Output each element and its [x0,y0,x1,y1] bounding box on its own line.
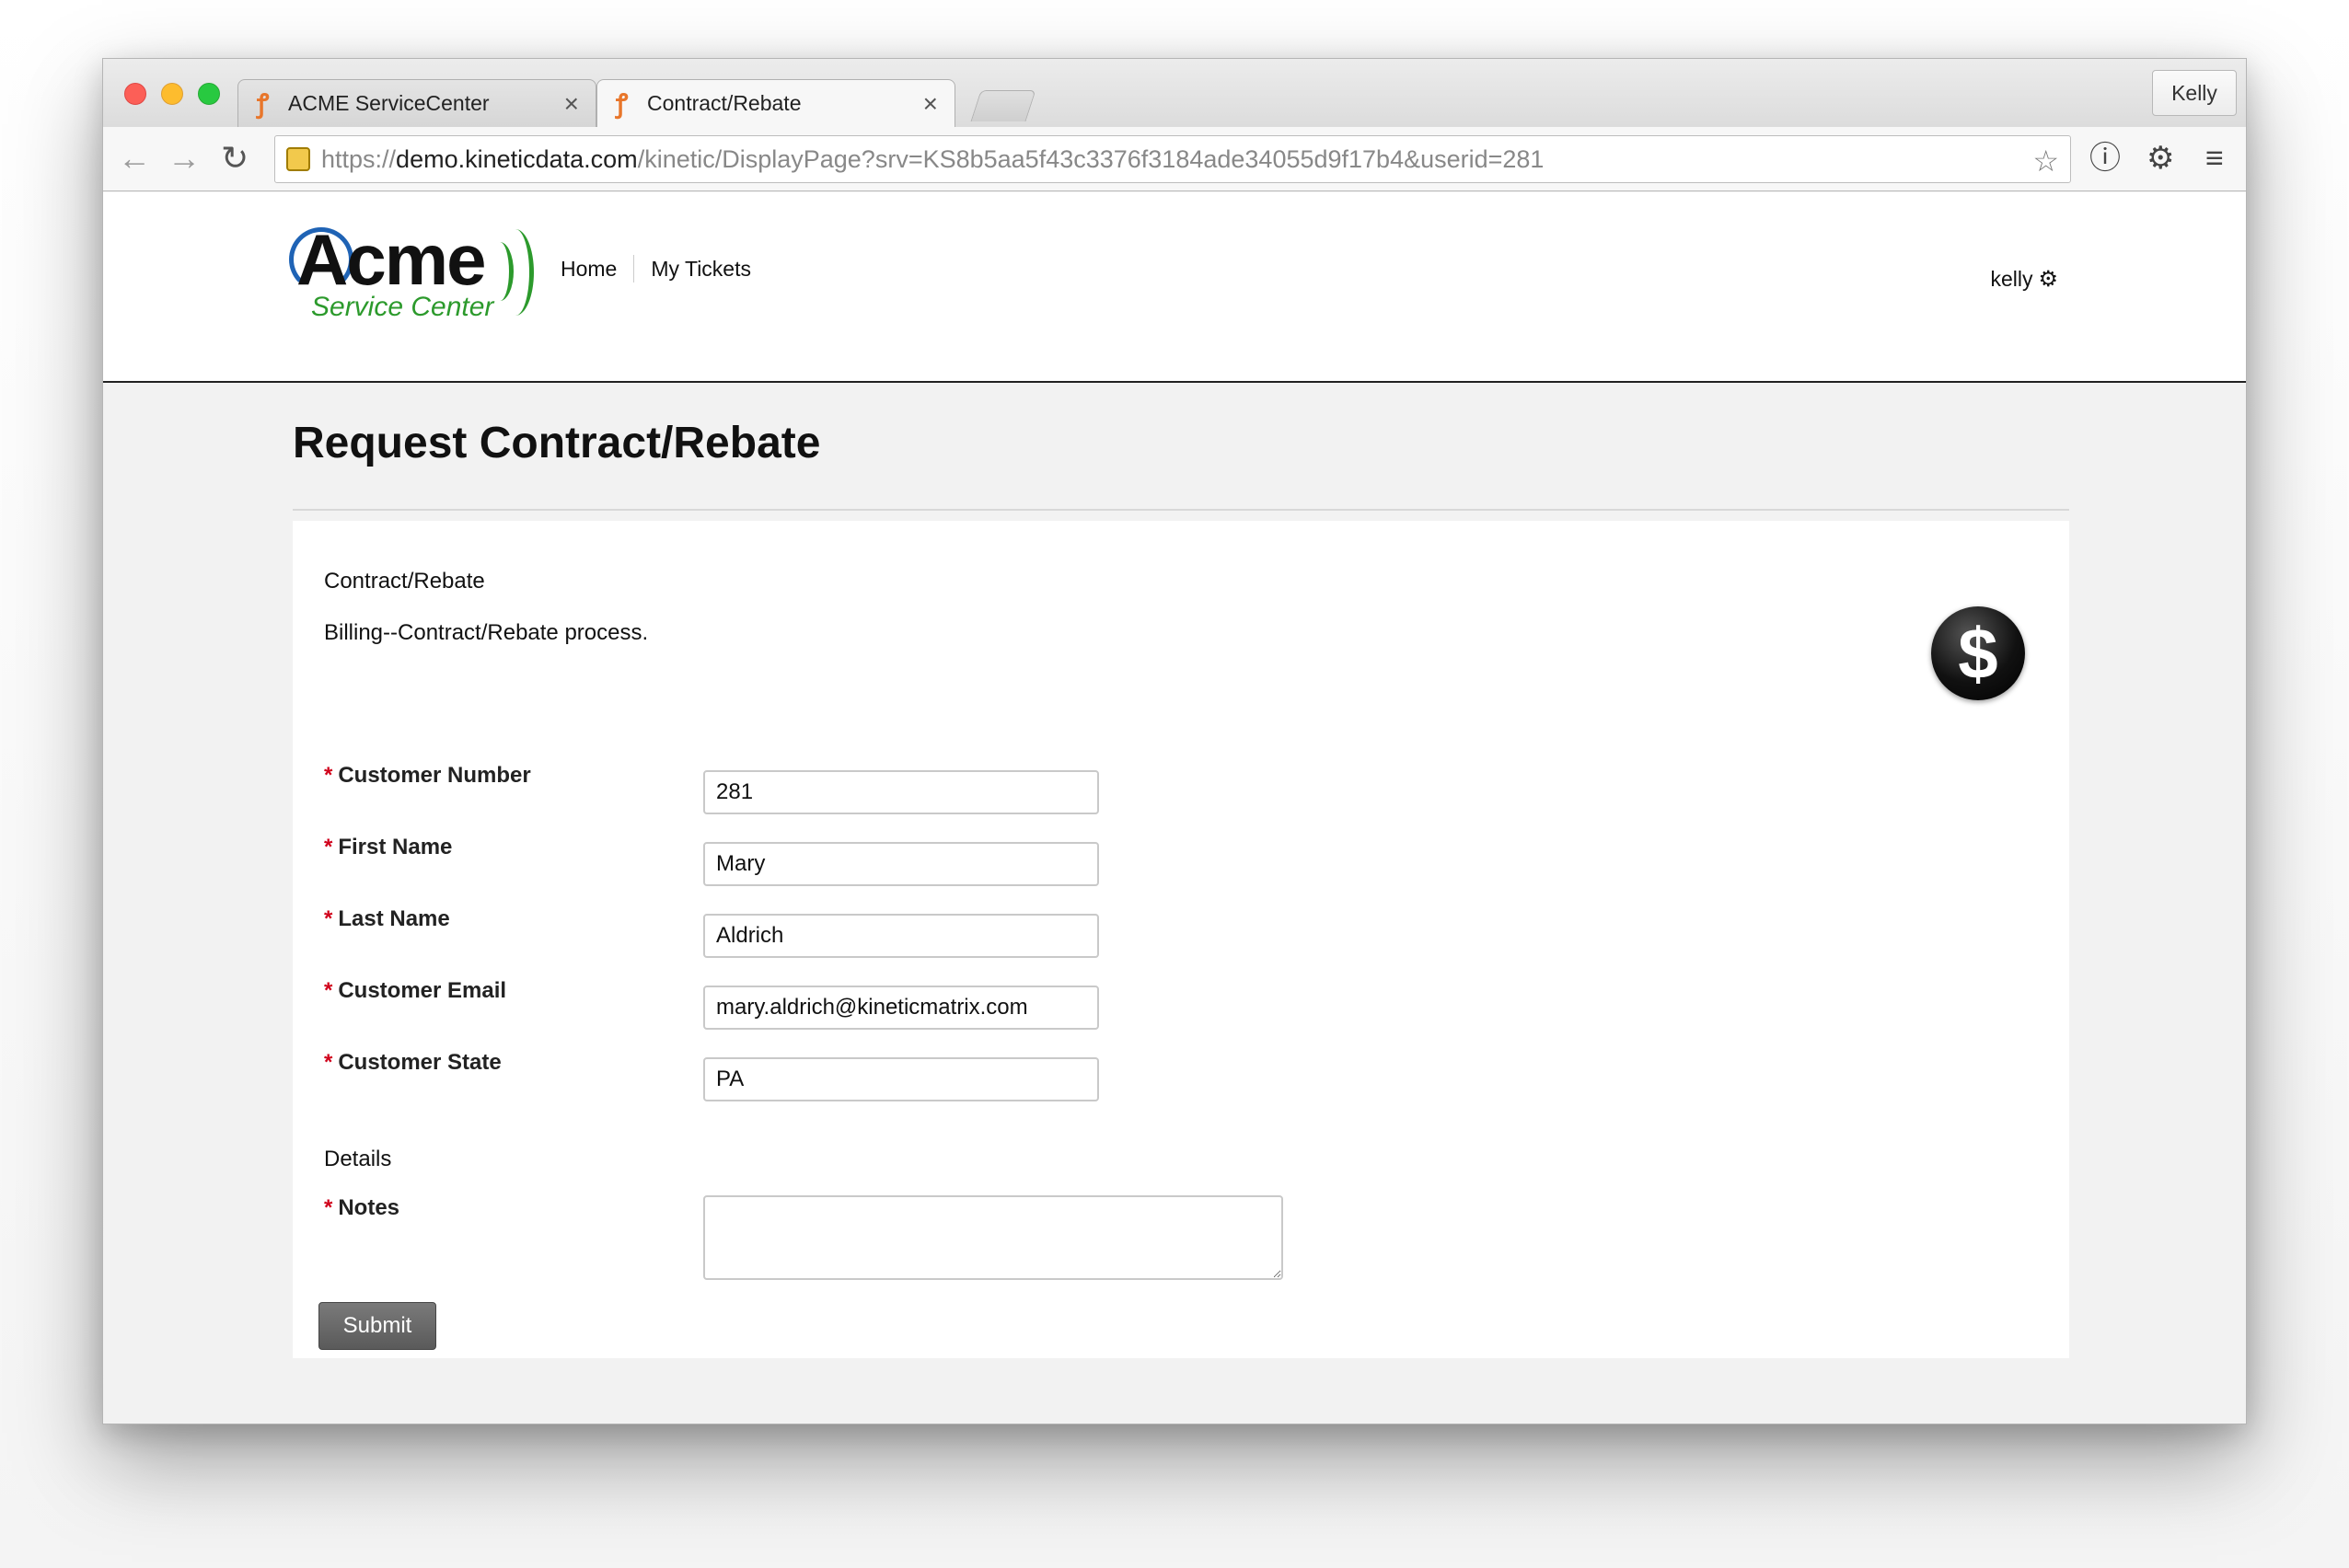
new-tab-button[interactable] [970,90,1036,121]
reload-icon[interactable]: ↻ [221,140,249,177]
url-host: demo.kineticdata.com [396,144,638,173]
submit-button[interactable]: Submit [318,1302,436,1350]
required-marker: * [324,763,333,788]
main-nav: Home My Tickets [561,255,751,282]
first-name-label: * First Name [324,835,453,859]
first-name-input[interactable] [703,842,1099,886]
notes-textarea[interactable] [703,1195,1283,1280]
username: kelly [1990,267,2033,291]
minimize-window-button[interactable] [161,83,183,105]
customer-number-label: * Customer Number [324,763,531,788]
page-content: Acme Service Center Home My Tickets kell… [103,192,2246,1424]
tab-title: Contract/Rebate [647,91,802,115]
zoom-window-button[interactable] [198,83,220,105]
notes-label: * Notes [324,1195,400,1220]
required-marker: * [324,1050,333,1075]
address-bar[interactable]: https://demo.kineticdata.com/kinetic/Dis… [274,135,2071,183]
info-circle-icon[interactable]: ⓘ [2089,140,2121,177]
last-name-label: * Last Name [324,906,450,931]
browser-toolbar: ← → ↻ https://demo.kineticdata.com/kinet… [103,127,2246,191]
required-marker: * [324,1195,333,1220]
customer-state-input[interactable] [703,1057,1099,1101]
nav-my-tickets[interactable]: My Tickets [651,257,751,282]
tab-strip: ꝭ ACME ServiceCenter × ꝭ Contract/Rebate… [103,59,2246,127]
last-name-input[interactable] [703,914,1099,958]
insecure-lock-icon[interactable] [286,147,310,171]
site-header: Acme Service Center Home My Tickets kell… [103,192,2246,383]
required-marker: * [324,906,333,931]
url-path: /kinetic/DisplayPage?srv=KS8b5aa5f43c337… [637,144,1545,173]
url-scheme: https:// [321,144,397,173]
customer-number-input[interactable] [703,770,1099,814]
nav-home[interactable]: Home [561,257,617,282]
tab-contract-rebate[interactable]: ꝭ Contract/Rebate × [596,79,955,127]
kinetic-favicon-icon: ꝭ [616,88,629,118]
required-marker: * [324,835,333,859]
title-divider [293,509,2069,511]
gears-icon: ⚙ [2038,267,2058,292]
acme-logo[interactable]: Acme Service Center [289,219,534,322]
required-marker: * [324,978,333,1003]
close-icon[interactable]: × [923,89,938,119]
request-form: Contract/Rebate Billing--Contract/Rebate… [293,521,2069,1358]
details-section-label: Details [324,1147,392,1171]
kinetic-favicon-icon: ꝭ [257,88,270,118]
tab-acme-servicecenter[interactable]: ꝭ ACME ServiceCenter × [237,79,596,127]
profile-button[interactable]: Kelly [2152,70,2237,116]
customer-email-label: * Customer Email [324,978,507,1003]
forward-arrow-icon[interactable]: → [168,140,201,177]
nav-divider [633,255,635,282]
service-description: Billing--Contract/Rebate process. [324,620,649,645]
customer-email-input[interactable] [703,986,1099,1030]
close-window-button[interactable] [124,83,146,105]
logo-text: Acme [296,219,486,300]
close-icon[interactable]: × [564,89,579,119]
browser-window: ꝭ ACME ServiceCenter × ꝭ Contract/Rebate… [102,58,2247,1424]
page-title: Request Contract/Rebate [293,419,821,467]
star-icon[interactable]: ☆ [2032,144,2059,179]
gear-icon[interactable]: ⚙ [2146,140,2174,177]
back-arrow-icon[interactable]: ← [118,140,151,177]
tab-title: ACME ServiceCenter [288,91,490,115]
customer-state-label: * Customer State [324,1050,502,1075]
service-name: Contract/Rebate [324,569,485,594]
logo-subtitle: Service Center [311,292,494,322]
dollar-icon: $ [1931,606,2025,700]
hamburger-menu-icon[interactable]: ≡ [2205,140,2224,177]
user-menu[interactable]: kelly ⚙ [1990,266,2058,293]
